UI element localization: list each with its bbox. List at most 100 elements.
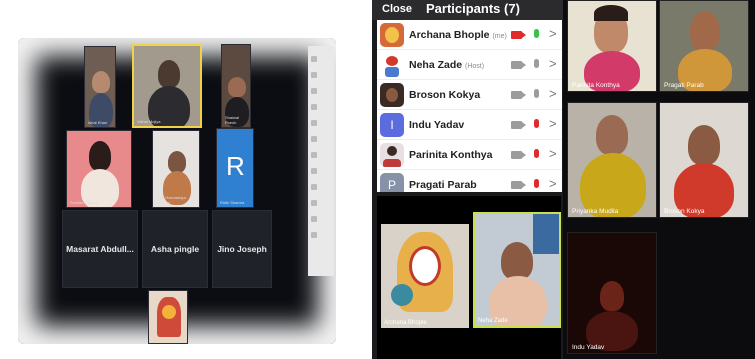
- participant-name: Neha Zade: [409, 59, 463, 71]
- video-name-label: Neha Zade: [478, 318, 508, 324]
- gallery-screenshot: Parinita Konthya Pragati Parab Priyanka …: [563, 0, 755, 359]
- sidebar-icon: [311, 200, 317, 206]
- avatar-letter: R: [226, 151, 245, 181]
- sidebar-icon: [311, 184, 317, 190]
- participants-title: Participants (7): [426, 1, 520, 16]
- video-tile[interactable]: Ishat Khan: [84, 46, 116, 128]
- microphone-muted-icon[interactable]: [534, 179, 539, 188]
- video-tile[interactable]: Indu Yadav: [567, 232, 657, 354]
- participant-name: Indu Yadav: [409, 119, 465, 131]
- microphone-muted-icon[interactable]: [534, 119, 539, 128]
- video-tile[interactable]: Shaiwal Pravin: [221, 44, 251, 128]
- tile-name: Vishal Mojiya: [137, 119, 161, 124]
- video-strip: Archana Bhople Neha Zade: [377, 196, 561, 359]
- participant-tag: (me): [492, 33, 507, 40]
- sidebar-icon: [311, 152, 317, 158]
- microphone-icon[interactable]: [534, 29, 539, 38]
- video-tile[interactable]: Priyanka Mudila: [567, 102, 657, 218]
- participant-face: [596, 115, 628, 155]
- video-tile[interactable]: Suchita Natanai: [66, 130, 132, 208]
- participant-face: [688, 125, 720, 165]
- video-name-label: Indu Yadav: [572, 344, 605, 351]
- participant-face: [92, 71, 110, 93]
- sidebar-icon: [311, 88, 317, 94]
- video-tile-name-only[interactable]: Jino Joseph: [212, 210, 272, 288]
- sidebar-icon: [311, 216, 317, 222]
- sidebar-icon: [311, 104, 317, 110]
- tile-name: Jyoti Holuradaya Chavan: [156, 195, 186, 205]
- video-tile-name-only[interactable]: Masarat Abdull...: [62, 210, 138, 288]
- participants-header: Close Participants (7): [372, 0, 563, 20]
- video-tile[interactable]: [148, 290, 188, 344]
- avatar: I: [380, 113, 404, 137]
- artwork-detail: [162, 305, 176, 319]
- chevron-right-icon[interactable]: >: [549, 176, 557, 191]
- browser-sidebar: [308, 46, 334, 276]
- avatar: [380, 23, 404, 47]
- sidebar-icon: [311, 120, 317, 126]
- video-tile-name-only[interactable]: Asha pingle: [142, 210, 208, 288]
- avatar: [380, 143, 404, 167]
- sidebar-icon: [311, 232, 317, 238]
- tile-name: Jino Joseph: [217, 244, 267, 254]
- chevron-right-icon[interactable]: >: [549, 146, 557, 161]
- tile-name: Asha pingle: [150, 244, 200, 254]
- participant-name: Archana Bhople: [409, 29, 490, 41]
- participant-hair: [594, 5, 628, 21]
- video-camera-icon[interactable]: [511, 181, 526, 189]
- participant-face: [158, 60, 180, 88]
- close-button[interactable]: Close: [382, 3, 412, 15]
- laptop-screen: Ishat Khan Vishal Mojiya Shaiwal Pravin …: [18, 38, 336, 344]
- microphone-icon[interactable]: [534, 89, 539, 98]
- participant-face: [168, 151, 186, 173]
- video-camera-icon[interactable]: [511, 121, 526, 129]
- participant-name: Pragati Parab: [409, 179, 477, 191]
- chevron-right-icon[interactable]: >: [549, 26, 557, 41]
- video-tile-avatar[interactable]: R Ridhi Sharma: [216, 128, 254, 208]
- microphone-muted-icon[interactable]: [534, 149, 539, 158]
- video-tile[interactable]: Broson Kokya: [659, 102, 749, 218]
- chevron-right-icon[interactable]: >: [549, 56, 557, 71]
- avatar: [380, 53, 404, 77]
- laptop-photo: Ishat Khan Vishal Mojiya Shaiwal Pravin …: [0, 0, 340, 359]
- artwork-detail: [391, 284, 413, 306]
- video-camera-icon[interactable]: [511, 61, 526, 69]
- video-camera-icon[interactable]: [511, 91, 526, 99]
- tile-name: Ishat Khan: [88, 120, 108, 125]
- participant-row[interactable]: Parinita Konthya >: [377, 140, 562, 170]
- video-tile[interactable]: Jyoti Holuradaya Chavan: [152, 130, 200, 208]
- video-name-label: Priyanka Mudila: [572, 208, 619, 215]
- video-name-label: Parinita Konthya: [572, 82, 620, 89]
- participants-screenshot: Close Participants (7) Archana Bhople (m…: [372, 0, 563, 359]
- tile-name: Shaiwal Pravin: [225, 115, 240, 125]
- participants-list: Archana Bhople (me) > Neha Zade (Host) >…: [377, 20, 562, 192]
- avatar: P: [380, 173, 404, 192]
- participant-row[interactable]: Neha Zade (Host) >: [377, 50, 562, 80]
- video-camera-icon[interactable]: [511, 31, 526, 39]
- sidebar-icon: [311, 136, 317, 142]
- participant-face: [228, 77, 246, 97]
- video-tile[interactable]: Parinita Konthya: [567, 0, 657, 92]
- chevron-right-icon[interactable]: >: [549, 116, 557, 131]
- video-camera-icon[interactable]: [511, 151, 526, 159]
- chevron-right-icon[interactable]: >: [549, 86, 557, 101]
- video-tile[interactable]: Archana Bhople: [381, 224, 469, 328]
- participant-row[interactable]: I Indu Yadav >: [377, 110, 562, 140]
- participant-row[interactable]: P Pragati Parab >: [377, 170, 562, 192]
- tile-name: Suchita Natanai: [70, 200, 99, 205]
- sidebar-icon: [311, 168, 317, 174]
- avatar: [380, 83, 404, 107]
- participant-row[interactable]: Broson Kokya >: [377, 80, 562, 110]
- artwork-detail: [409, 246, 441, 286]
- microphone-icon[interactable]: [534, 59, 539, 68]
- video-tile-active-speaker[interactable]: Neha Zade: [473, 212, 561, 328]
- video-tile[interactable]: Pragati Parab: [659, 0, 749, 92]
- sidebar-icon: [311, 72, 317, 78]
- participant-name: Parinita Konthya: [409, 149, 493, 161]
- tile-name: Masarat Abdull...: [66, 244, 134, 254]
- video-name-label: Pragati Parab: [664, 82, 704, 89]
- video-tile-active-speaker[interactable]: Vishal Mojiya: [132, 44, 202, 128]
- background-object: [533, 214, 559, 254]
- participant-row[interactable]: Archana Bhople (me) >: [377, 20, 562, 50]
- participant-face: [600, 281, 624, 311]
